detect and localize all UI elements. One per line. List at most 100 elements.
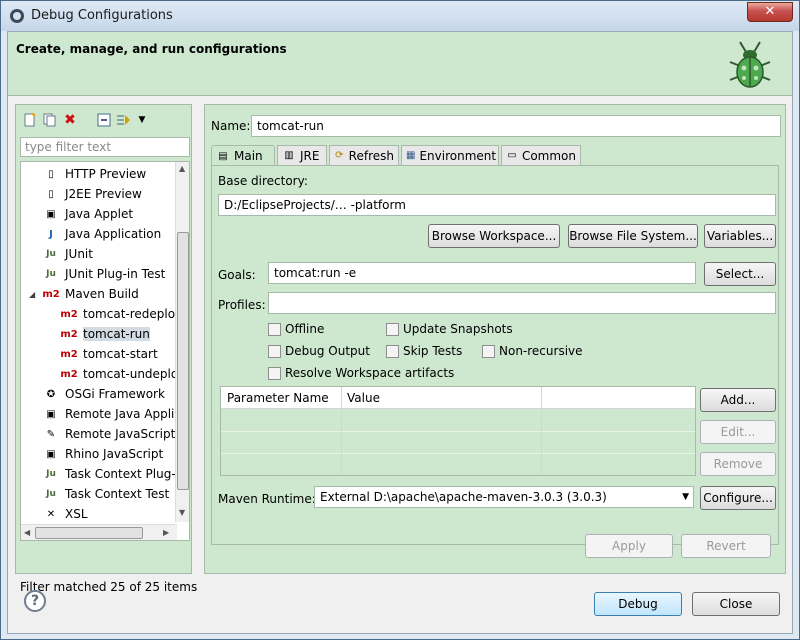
configure-runtime-button[interactable]: Configure... — [700, 486, 776, 510]
skip-tests-checkbox[interactable]: Skip Tests — [386, 344, 462, 358]
select-goals-button[interactable]: Select... — [704, 262, 776, 286]
remove-parameter-button[interactable]: Remove — [700, 452, 776, 476]
tree-item[interactable]: ▣ Remote Java Appli — [43, 404, 174, 424]
tree-item[interactable]: m2 tomcat-undeplo — [60, 364, 178, 384]
revert-button[interactable]: Revert — [681, 534, 771, 558]
apply-button[interactable]: Apply — [585, 534, 673, 558]
new-config-icon[interactable] — [22, 112, 38, 128]
non-recursive-checkbox-box[interactable] — [482, 344, 495, 358]
horizontal-scroll-thumb[interactable] — [35, 527, 143, 539]
tree-item-label: J2EE Preview — [65, 187, 142, 201]
tree-item[interactable]: ▣ Rhino JavaScript — [43, 444, 163, 464]
skip-tests-checkbox-box[interactable] — [386, 344, 399, 358]
osgi-icon: ✪ — [46, 388, 56, 400]
expand-toggle-icon[interactable]: ◢ — [29, 290, 35, 299]
scroll-left-icon[interactable]: ◀ — [24, 528, 30, 537]
dialog-frame: Create, manage, and run configurations ✖… — [7, 31, 793, 634]
tree-item-label: Java Applet — [65, 207, 134, 221]
tree-item[interactable]: m2 tomcat-run — [60, 324, 150, 344]
debug-output-checkbox[interactable]: Debug Output — [268, 344, 370, 358]
tab-environment[interactable]: ▦ Environment — [401, 145, 499, 165]
debug-button[interactable]: Debug — [594, 592, 682, 616]
parameters-table: Parameter Name Value — [220, 386, 696, 476]
update-snapshots-checkbox[interactable]: Update Snapshots — [386, 322, 513, 336]
tree-item[interactable]: Ju JUnit Plug-in Test — [43, 264, 165, 284]
debug-output-checkbox-box[interactable] — [268, 344, 281, 358]
tree-item[interactable]: m2 tomcat-start — [60, 344, 157, 364]
configuration-editor: Name: tomcat-run ▤ Main ▥ JRE ⟳ Refresh … — [204, 104, 786, 574]
tree-item[interactable]: Ju JUnit — [43, 244, 93, 264]
tree-vertical-scrollbar[interactable]: ▲ ▼ — [175, 162, 189, 522]
debug-app-icon — [10, 9, 24, 23]
title-bar: Debug Configurations ✕ — [1, 1, 799, 31]
help-icon[interactable]: ? — [24, 590, 46, 612]
window-close-button[interactable]: ✕ — [747, 2, 793, 22]
close-button[interactable]: Close — [692, 592, 780, 616]
resolve-workspace-checkbox[interactable]: Resolve Workspace artifacts — [268, 366, 454, 380]
tree-item-label: tomcat-redeplo — [83, 307, 176, 321]
xsl-icon: ✕ — [46, 508, 56, 520]
col-value[interactable]: Value — [347, 391, 380, 405]
delete-config-icon[interactable]: ✖ — [62, 112, 78, 128]
non-recursive-checkbox[interactable]: Non-recursive — [482, 344, 583, 358]
goals-input[interactable]: tomcat:run -e — [268, 262, 696, 284]
bug-icon — [729, 41, 771, 88]
vertical-scroll-thumb[interactable] — [177, 232, 189, 490]
tree-item[interactable]: ✪ OSGi Framework — [43, 384, 165, 404]
col-parameter-name[interactable]: Parameter Name — [227, 391, 329, 405]
parameters-table-rows — [221, 409, 695, 475]
browse-workspace-button[interactable]: Browse Workspace... — [428, 224, 560, 248]
tab-refresh[interactable]: ⟳ Refresh — [329, 145, 399, 165]
tree-item[interactable]: Ju Task Context Plug- — [43, 464, 176, 484]
tree-item-label: Remote JavaScript — [65, 427, 176, 441]
add-parameter-button[interactable]: Add... — [700, 388, 776, 412]
j2ee-preview-icon: ▯ — [48, 188, 54, 200]
debug-configurations-window: Debug Configurations ✕ Create, manage, a… — [0, 0, 800, 640]
maven-config-icon: m2 — [60, 308, 78, 320]
junit-icon: Ju — [46, 249, 56, 259]
collapse-all-icon[interactable] — [96, 112, 112, 128]
variables-button[interactable]: Variables... — [704, 224, 776, 248]
tree-horizontal-scrollbar[interactable]: ◀ ▶ — [21, 524, 177, 540]
scroll-down-icon[interactable]: ▼ — [179, 508, 185, 517]
tree-item[interactable]: ▯ HTTP Preview — [43, 164, 146, 184]
tree-item[interactable]: m2 tomcat-redeplo — [60, 304, 176, 324]
scroll-right-icon[interactable]: ▶ — [163, 528, 169, 537]
profiles-input[interactable] — [268, 292, 776, 314]
tree-item[interactable]: ▣ Java Applet — [43, 204, 133, 224]
offline-checkbox-box[interactable] — [268, 322, 281, 336]
maven-config-icon: m2 — [60, 328, 78, 340]
tab-main[interactable]: ▤ Main — [211, 145, 275, 166]
view-menu-chevron-icon[interactable]: ▼ — [134, 112, 150, 128]
tree-item[interactable]: ▯ J2EE Preview — [43, 184, 142, 204]
update-snapshots-checkbox-box[interactable] — [386, 322, 399, 336]
edit-parameter-button[interactable]: Edit... — [700, 420, 776, 444]
tree-item-label: Remote Java Appli — [65, 407, 175, 421]
tree-item-label: Task Context Test — [65, 487, 170, 501]
main-tab-icon: ▤ — [218, 150, 228, 162]
tree-item-label: Maven Build — [65, 287, 139, 301]
maven-runtime-select[interactable]: External D:\apache\apache-maven-3.0.3 (3… — [314, 486, 694, 508]
offline-checkbox[interactable]: Offline — [268, 322, 324, 336]
browse-file-system-button[interactable]: Browse File System... — [568, 224, 698, 248]
tree-item[interactable]: ✕ XSL — [43, 504, 88, 524]
tab-common[interactable]: ▭ Common — [501, 145, 581, 165]
config-tabs: ▤ Main ▥ JRE ⟳ Refresh ▦ Environment ▭ C… — [211, 145, 781, 166]
maven-config-icon: m2 — [60, 368, 78, 380]
tree-item[interactable]: ◢ m2 Maven Build — [29, 284, 139, 304]
name-input[interactable]: tomcat-run — [251, 115, 781, 137]
tree-item[interactable]: ✎ Remote JavaScript — [43, 424, 175, 444]
tree-item-label: OSGi Framework — [65, 387, 165, 401]
resolve-workspace-checkbox-box[interactable] — [268, 366, 281, 380]
tree-item[interactable]: Ju Task Context Test — [43, 484, 169, 504]
banner-heading: Create, manage, and run configurations — [16, 42, 287, 56]
filter-input[interactable]: type filter text — [20, 137, 190, 157]
dropdown-arrow-icon: ▼ — [682, 492, 689, 502]
duplicate-config-icon[interactable] — [42, 112, 58, 128]
tree-item[interactable]: J Java Application — [43, 224, 161, 244]
tab-jre[interactable]: ▥ JRE — [277, 145, 327, 165]
base-directory-input[interactable]: D:/EclipseProjects/… -platform — [218, 194, 776, 216]
filter-config-icon[interactable] — [116, 112, 132, 128]
remote-java-icon: ▣ — [46, 408, 56, 420]
scroll-up-icon[interactable]: ▲ — [179, 164, 185, 173]
